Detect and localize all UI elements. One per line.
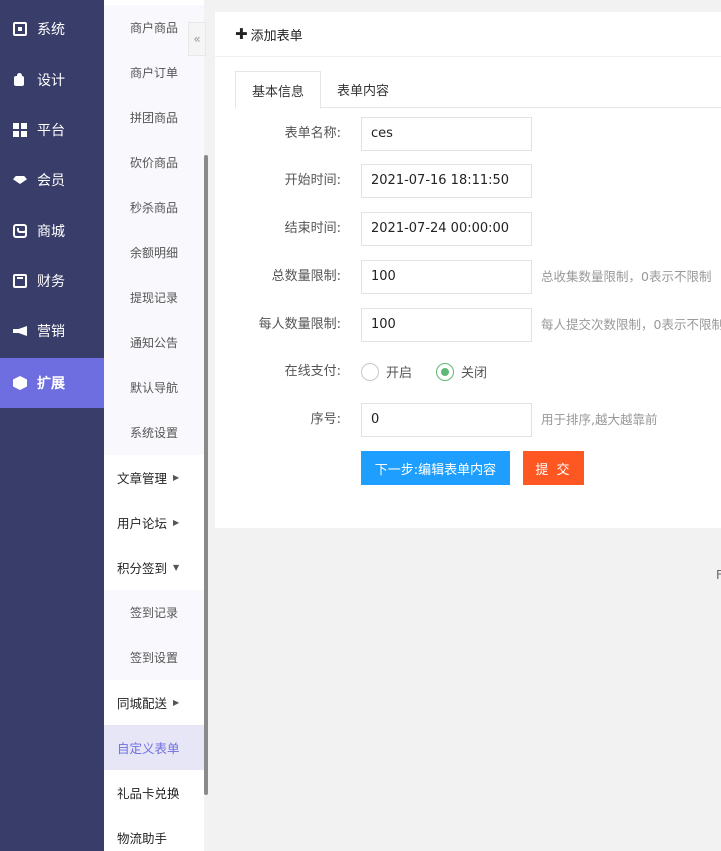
collapse-sidebar-button[interactable]: « [188,22,206,56]
tab-bar: 基本信息 表单内容 [235,71,721,109]
tab-basic-info[interactable]: 基本信息 [235,71,321,109]
subnav-group-points[interactable]: 积分签到 ▼ [104,545,204,590]
radio-circle[interactable] [361,362,379,381]
form-row-pay: 在线支付: 开启 关闭 [215,355,721,389]
caret-right-icon: ▶ [173,473,180,482]
subnav-item-logistics[interactable]: 物流助手 [104,815,204,851]
panel-header: ✚ 添加表单 [215,12,721,57]
grid-icon [13,123,27,137]
per-user-limit-input[interactable]: 100 [361,308,532,342]
subnav-group-label: 文章管理 [117,471,168,486]
sidebar-item-member[interactable]: 会员 [0,155,104,205]
radio-pay-off[interactable]: 关闭 [436,362,487,381]
diamond-icon [13,173,27,187]
sidebar-item-label: 系统 [37,22,65,38]
subnav-item-sign-settings[interactable]: 签到设置 [104,635,204,680]
radio-pay-on[interactable]: 开启 [361,362,412,381]
sidebar-item-label: 平台 [37,123,65,139]
sidebar-item-label: 会员 [37,173,65,189]
megaphone-icon [13,324,27,338]
sidebar-item-platform[interactable]: 平台 [0,105,104,155]
system-icon [13,22,27,36]
subnav-group-label: 用户论坛 [117,516,168,531]
sidebar-item-extend[interactable]: 扩展 [0,358,104,408]
wallet-icon [13,274,27,288]
truncated-text: F [716,568,721,582]
puzzle-icon [13,73,27,87]
subnav-item-bargain-goods[interactable]: 砍价商品 [104,140,204,185]
form-label: 开始时间: [284,173,341,188]
start-time-input[interactable]: 2021-07-16 18:11:50 [361,164,532,198]
subnav-item-label: 物流助手 [117,831,168,846]
tab-form-content[interactable]: 表单内容 [321,71,405,108]
form-label: 结束时间: [284,221,341,236]
radio-circle[interactable] [436,362,454,381]
form-label: 序号: [310,412,341,427]
sidebar-item-label: 商城 [37,224,65,240]
form-label: 表单名称: [284,126,341,141]
subnav-item-seckill-goods[interactable]: 秒杀商品 [104,185,204,230]
form-hint: 总收集数量限制，0表示不限制 [541,269,712,284]
subnav-group-label: 积分签到 [117,561,168,576]
subnav-item-sign-records[interactable]: 签到记录 [104,590,204,635]
form-row-total-limit: 总数量限制: 100 总收集数量限制，0表示不限制 [215,260,721,294]
form-label: 总数量限制: [271,269,341,284]
form-row-name: 表单名称: ces [215,117,721,151]
end-time-input[interactable]: 2021-07-24 00:00:00 [361,212,532,246]
subnav-item-withdraw-records[interactable]: 提现记录 [104,275,204,320]
subnav-item-notices[interactable]: 通知公告 [104,320,204,365]
subnav-item-custom-form[interactable]: 自定义表单 [104,725,204,770]
sidebar-item-mall[interactable]: 商城 [0,206,104,256]
subnav-item-label: 礼品卡兑换 [117,786,180,801]
subnav-item-default-nav[interactable]: 默认导航 [104,365,204,410]
form-panel: ✚ 添加表单 基本信息 表单内容 表单名称: ces 开始时间: 2021-07… [215,12,721,528]
form-row-end: 结束时间: 2021-07-24 00:00:00 [215,212,721,246]
subnav-group-delivery[interactable]: 同城配送 ▶ [104,680,204,725]
sort-input[interactable]: 0 [361,403,532,437]
caret-right-icon: ▶ [173,698,180,707]
radio-label: 开启 [386,366,413,381]
form-hint: 用于排序,越大越靠前 [541,412,658,427]
sidebar-item-label: 扩展 [37,376,65,392]
subnav-item-balance-details[interactable]: 余额明细 [104,230,204,275]
sidebar-item-design[interactable]: 设计 [0,55,104,105]
form-row-start: 开始时间: 2021-07-16 18:11:50 [215,164,721,198]
next-step-button[interactable]: 下一步:编辑表单内容 [361,451,510,485]
form-row-sort: 序号: 0 用于排序,越大越靠前 [215,403,721,437]
subnav-group-label: 同城配送 [117,696,168,711]
store-icon [13,224,27,238]
sidebar-item-system[interactable]: 系统 [0,4,104,54]
primary-sidebar: 系统 设计 平台 会员 商城 财务 营销 扩展 [0,0,104,851]
form-label: 每人数量限制: [258,317,341,332]
submit-button[interactable]: 提 交 [523,451,584,485]
sidebar-item-finance[interactable]: 财务 [0,256,104,306]
subnav-item-label: 自定义表单 [117,741,180,756]
radio-label: 关闭 [461,366,488,381]
sidebar-item-label: 设计 [37,73,65,89]
subnav-group-article[interactable]: 文章管理 ▶ [104,455,204,500]
subnav-item-group-goods[interactable]: 拼团商品 [104,95,204,140]
subnav-item-merchant-orders[interactable]: 商户订单 [104,50,204,95]
page-title: 添加表单 [250,28,303,44]
form-row-per-limit: 每人数量限制: 100 每人提交次数限制，0表示不限制 [215,308,721,342]
cube-icon [13,376,27,390]
sidebar-item-label: 财务 [37,274,65,290]
total-limit-input[interactable]: 100 [361,260,532,294]
subnav-item-system-settings[interactable]: 系统设置 [104,410,204,455]
caret-down-icon: ▼ [173,563,180,572]
sidebar-item-marketing[interactable]: 营销 [0,306,104,356]
form-label: 在线支付: [284,364,341,379]
plus-icon: ✚ [235,25,248,43]
sidebar-item-label: 营销 [37,324,65,340]
secondary-sidebar: 商户商品 商户订单 拼团商品 砍价商品 秒杀商品 余额明细 提现记录 通知公告 … [104,0,204,851]
subnav-item-giftcard[interactable]: 礼品卡兑换 [104,770,204,815]
double-chevron-left-icon: « [193,32,201,46]
form-name-input[interactable]: ces [361,117,532,151]
subnav-group-forum[interactable]: 用户论坛 ▶ [104,500,204,545]
form-hint: 每人提交次数限制，0表示不限制 [541,317,721,332]
caret-right-icon: ▶ [173,518,180,527]
